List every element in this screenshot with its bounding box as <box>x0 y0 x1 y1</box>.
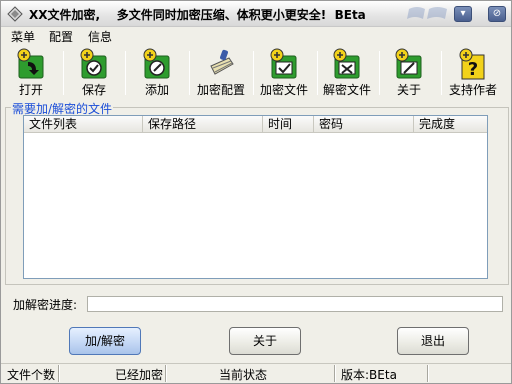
window-title: XX文件加密, 多文件同时加密压缩、体积更小更安全! BEta <box>29 8 366 22</box>
about-icon <box>395 48 422 79</box>
toolbar-encrypt-file-button[interactable]: 加密文件 <box>256 45 312 99</box>
column-header-password[interactable]: 密码 <box>314 116 414 133</box>
toolbar: 打开 保存 添加 加密配置 加密文件 解密文件 关于 ? 支持作者 <box>1 45 511 101</box>
status-file-count: 文件个数 <box>7 368 56 382</box>
toolbar-add-label: 添加 <box>144 83 169 97</box>
encrypt-icon <box>270 48 297 79</box>
windows-flag-watermark-icon <box>405 3 451 25</box>
toolbar-encrypt-config-label: 加密配置 <box>196 83 245 97</box>
exit-button[interactable]: 退出 <box>397 327 469 355</box>
open-icon <box>17 48 44 79</box>
decrypt-icon <box>333 48 360 79</box>
column-header-save-path[interactable]: 保存路径 <box>143 116 263 133</box>
status-separator <box>165 365 167 382</box>
toolbar-save-button[interactable]: 保存 <box>66 45 122 99</box>
menu-bar: 菜单 配置 信息 <box>1 27 511 45</box>
menu-item-info[interactable]: 信息 <box>88 28 112 45</box>
app-diamond-icon <box>7 6 23 22</box>
status-bar: 文件个数 已经加密 当前状态 版本:BEta <box>1 363 511 383</box>
encrypt-decrypt-button[interactable]: 加/解密 <box>69 327 141 355</box>
toolbar-about-button[interactable]: 关于 <box>381 45 437 99</box>
toolbar-decrypt-file-label: 解密文件 <box>322 83 371 97</box>
progress-bar <box>87 296 503 312</box>
status-separator <box>334 365 336 382</box>
file-list-header: 文件列表 保存路径 时间 密码 完成度 <box>24 116 487 133</box>
toolbar-support-author-button[interactable]: ? 支持作者 <box>445 45 501 99</box>
status-current-state: 当前状态 <box>219 368 268 382</box>
column-header-completion[interactable]: 完成度 <box>414 116 487 133</box>
status-separator <box>427 365 429 382</box>
status-encrypted: 已经加密 <box>115 368 164 382</box>
toolbar-open-label: 打开 <box>18 83 43 97</box>
column-header-file-list[interactable]: 文件列表 <box>24 116 143 133</box>
help-icon: ? <box>459 48 485 80</box>
column-header-time[interactable]: 时间 <box>263 116 314 133</box>
minimize-button[interactable]: ▾ <box>454 6 472 22</box>
status-version: 版本:BEta <box>341 368 397 382</box>
close-button[interactable]: ⊘ <box>488 6 506 22</box>
title-bar[interactable]: XX文件加密, 多文件同时加密压缩、体积更小更安全! BEta ▾ ⊘ <box>1 1 511 27</box>
toolbar-encrypt-config-button[interactable]: 加密配置 <box>193 45 249 99</box>
toolbar-open-button[interactable]: 打开 <box>3 45 59 99</box>
toolbar-encrypt-file-label: 加密文件 <box>259 83 308 97</box>
brush-icon <box>210 49 234 75</box>
menu-item-config[interactable]: 配置 <box>49 28 73 45</box>
app-window: XX文件加密, 多文件同时加密压缩、体积更小更安全! BEta ▾ ⊘ 菜单 配… <box>0 0 512 384</box>
about-button[interactable]: 关于 <box>229 327 301 355</box>
toolbar-about-label: 关于 <box>396 83 421 97</box>
save-icon <box>80 48 107 79</box>
svg-text:?: ? <box>468 59 478 80</box>
status-separator <box>58 365 60 382</box>
progress-label: 加解密进度: <box>13 298 78 312</box>
toolbar-save-label: 保存 <box>81 83 106 97</box>
add-icon <box>143 48 170 79</box>
toolbar-decrypt-file-button[interactable]: 解密文件 <box>319 45 375 99</box>
toolbar-add-button[interactable]: 添加 <box>129 45 185 99</box>
file-list[interactable]: 文件列表 保存路径 时间 密码 完成度 <box>23 115 488 279</box>
menu-item-menu[interactable]: 菜单 <box>11 28 35 45</box>
toolbar-support-author-label: 支持作者 <box>448 83 497 97</box>
